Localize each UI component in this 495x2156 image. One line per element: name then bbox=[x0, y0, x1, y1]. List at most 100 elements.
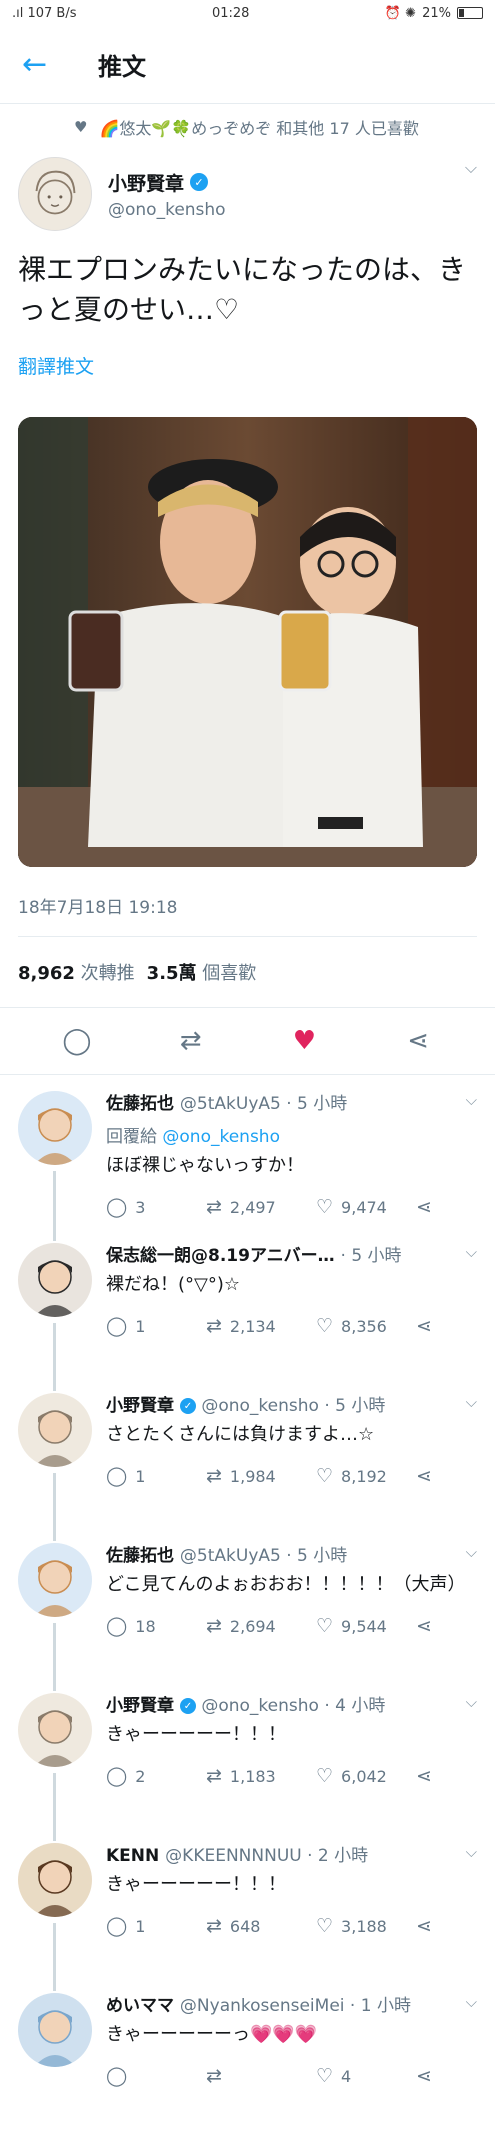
reply-tweet[interactable]: めいママ @NyankosenseiMei · 1 小時 ⌵ きゃーーーーーっ💗💗💗… bbox=[0, 1977, 495, 2107]
like-count: 9,544 bbox=[341, 1616, 387, 1636]
retweet-action[interactable]: ⇄ 2,134 bbox=[206, 1315, 316, 1337]
tweet-author[interactable]: 小野賢章 ✓ @ono_kensho ⌵ bbox=[0, 150, 495, 238]
share-action[interactable]: ⋖ bbox=[416, 1765, 446, 1787]
reply-action[interactable]: ◯ 2 bbox=[106, 1765, 206, 1787]
page-title: 推文 bbox=[98, 53, 146, 81]
retweet-icon: ⇄ bbox=[206, 1315, 222, 1337]
heart-icon: ♥ bbox=[74, 118, 88, 136]
reply-header: 小野賢章 ✓ @ono_kensho · 5 小時 bbox=[106, 1391, 477, 1416]
share-action[interactable]: ⋖ bbox=[416, 1615, 446, 1637]
reply-author-name[interactable]: 佐藤拓也 bbox=[106, 1546, 180, 1566]
avatar-art bbox=[18, 1843, 92, 1917]
share-icon: ⋖ bbox=[416, 1765, 432, 1787]
like-action[interactable]: ♡ 3,188 bbox=[316, 1915, 416, 1937]
like-action[interactable]: ♡ 4 bbox=[316, 2065, 416, 2087]
reply-action[interactable]: ◯ 3 bbox=[106, 1196, 206, 1218]
reply-tweet[interactable]: 小野賢章 ✓ @ono_kensho · 4 小時 ⌵ きゃーーーーー！！！ ◯ 2 ⇄ 1… bbox=[0, 1677, 495, 1841]
translate-link[interactable]: 翻譯推文 bbox=[0, 330, 495, 401]
reply-action[interactable]: ◯ 1 bbox=[106, 1465, 206, 1487]
retweet-icon[interactable]: ⇄ bbox=[161, 1026, 221, 1056]
reply-author-name[interactable]: めいママ bbox=[106, 1996, 180, 2016]
chevron-down-icon[interactable]: ⌵ bbox=[466, 1243, 477, 1261]
reply-handle-time: @5tAkUyA5 · 5 小時 bbox=[179, 1094, 348, 1114]
reply-action[interactable]: ◯ 1 bbox=[106, 1315, 206, 1337]
like-stat[interactable]: 3.5萬 個喜歡 bbox=[147, 959, 257, 985]
retweet-action[interactable]: ⇄ 2,694 bbox=[206, 1615, 316, 1637]
reply-handle-time: @ono_kensho · 4 小時 bbox=[201, 1696, 386, 1716]
like-icon[interactable]: ♥ bbox=[274, 1026, 334, 1056]
reply-action[interactable]: ◯ bbox=[106, 2065, 206, 2087]
like-icon: ♡ bbox=[316, 1315, 334, 1337]
reply-tweet[interactable]: KENN @KKEENNNNUU · 2 小時 ⌵ きゃーーーーー！！！ ◯ 1 ⇄ 648… bbox=[0, 1827, 495, 1991]
avatar-art bbox=[18, 1091, 92, 1165]
avatar[interactable] bbox=[18, 157, 92, 231]
chevron-down-icon[interactable]: ⌵ bbox=[465, 158, 477, 178]
like-icon: ♡ bbox=[316, 2065, 334, 2087]
share-icon: ⋖ bbox=[416, 1196, 432, 1218]
retweet-action[interactable]: ⇄ 2,497 bbox=[206, 1196, 316, 1218]
reply-avatar[interactable] bbox=[18, 1393, 92, 1467]
share-action[interactable]: ⋖ bbox=[416, 1196, 446, 1218]
reply-icon[interactable]: ◯ bbox=[47, 1026, 107, 1056]
reply-header: KENN @KKEENNNNUU · 2 小時 bbox=[106, 1841, 477, 1866]
reply-author-name[interactable]: 小野賢章 bbox=[106, 1696, 180, 1716]
reply-header: 佐藤拓也 @5tAkUyA5 · 5 小時 bbox=[106, 1541, 477, 1566]
liked-by-row[interactable]: ♥ 🌈悠太🌱🍀めっぞめぞ 和其他 17 人已喜歡 bbox=[0, 104, 495, 150]
reply-action[interactable]: ◯ 1 bbox=[106, 1915, 206, 1937]
like-action[interactable]: ♡ 8,192 bbox=[316, 1465, 416, 1487]
retweet-action[interactable]: ⇄ 1,984 bbox=[206, 1465, 316, 1487]
retweet-action[interactable]: ⇄ 1,183 bbox=[206, 1765, 316, 1787]
reply-author-name[interactable]: 佐藤拓也 bbox=[106, 1094, 180, 1114]
reply-author-name[interactable]: KENN bbox=[106, 1846, 165, 1866]
retweet-action[interactable]: ⇄ 648 bbox=[206, 1915, 316, 1937]
reply-avatar[interactable] bbox=[18, 1693, 92, 1767]
reply-avatar[interactable] bbox=[18, 1543, 92, 1617]
chevron-down-icon[interactable]: ⌵ bbox=[466, 1843, 477, 1861]
reply-handle-time: · 5 小時 bbox=[340, 1246, 402, 1266]
reply-tweet[interactable]: 保志総一朗@8.19アニバー… · 5 小時 ⌵ 裸だね！(°▽°)☆ ◯ 1 ⇄ 2,13… bbox=[0, 1227, 495, 1391]
reply-action[interactable]: ◯ 18 bbox=[106, 1615, 206, 1637]
reply-tweet[interactable]: 小野賢章 ✓ @ono_kensho · 5 小時 ⌵ さとたくさんには負けますよ…… bbox=[0, 1377, 495, 1541]
chevron-down-icon[interactable]: ⌵ bbox=[466, 1393, 477, 1411]
liked-by-text: 🌈悠太🌱🍀めっぞめぞ 和其他 17 人已喜歡 bbox=[99, 119, 419, 138]
retweet-action[interactable]: ⇄ bbox=[206, 2065, 316, 2087]
reply-tweet[interactable]: 佐藤拓也 @5tAkUyA5 · 5 小時 ⌵ 回覆給 @ono_kensho ほぼ裸… bbox=[0, 1075, 495, 1241]
replying-to-link[interactable]: @ono_kensho bbox=[162, 1127, 280, 1147]
reply-text: きゃーーーーーっ💗💗💗 bbox=[106, 2024, 318, 2045]
chevron-down-icon[interactable]: ⌵ bbox=[466, 1993, 477, 2011]
reply-avatar[interactable] bbox=[18, 1091, 92, 1165]
reply-author-name[interactable]: 保志総一朗@8.19アニバー… bbox=[106, 1246, 341, 1266]
share-action[interactable]: ⋖ bbox=[416, 1465, 446, 1487]
like-action[interactable]: ♡ 8,356 bbox=[316, 1315, 416, 1337]
like-icon: ♡ bbox=[316, 1765, 334, 1787]
reply-avatar[interactable] bbox=[18, 1993, 92, 2067]
verified-badge-icon: ✓ bbox=[190, 173, 209, 191]
like-action[interactable]: ♡ 6,042 bbox=[316, 1765, 416, 1787]
retweet-icon: ⇄ bbox=[206, 1615, 222, 1637]
share-action[interactable]: ⋖ bbox=[416, 2065, 446, 2087]
reply-tweet[interactable]: 佐藤拓也 @5tAkUyA5 · 5 小時 ⌵ どこ見てんのよぉおおお！！！！！（大… bbox=[0, 1527, 495, 1691]
like-action[interactable]: ♡ 9,544 bbox=[316, 1615, 416, 1637]
chevron-down-icon[interactable]: ⌵ bbox=[466, 1693, 477, 1711]
avatar-sketch bbox=[19, 158, 91, 230]
chevron-down-icon[interactable]: ⌵ bbox=[466, 1091, 477, 1109]
reply-author-name[interactable]: 小野賢章 bbox=[106, 1396, 180, 1416]
chevron-down-icon[interactable]: ⌵ bbox=[466, 1543, 477, 1561]
back-arrow-icon[interactable]: ← bbox=[22, 49, 68, 80]
like-count: 8,356 bbox=[341, 1316, 387, 1336]
reply-avatar[interactable] bbox=[18, 1243, 92, 1317]
share-action[interactable]: ⋖ bbox=[416, 1315, 446, 1337]
reply-text: どこ見てんのよぉおおお！！！！！（大声） bbox=[106, 1574, 466, 1595]
like-count: 9,474 bbox=[341, 1197, 387, 1217]
like-action[interactable]: ♡ 9,474 bbox=[316, 1196, 416, 1218]
retweet-count: 2,497 bbox=[229, 1197, 276, 1217]
retweet-icon: ⇄ bbox=[206, 1765, 222, 1787]
reply-icon: ◯ bbox=[106, 1915, 128, 1937]
tweet-photo[interactable] bbox=[18, 417, 477, 867]
clock: 01:28 bbox=[211, 5, 250, 21]
share-icon[interactable]: ⋖ bbox=[388, 1026, 448, 1056]
retweet-stat[interactable]: 8,962 次轉推 bbox=[18, 959, 135, 985]
reply-avatar[interactable] bbox=[18, 1843, 92, 1917]
share-action[interactable]: ⋖ bbox=[416, 1915, 446, 1937]
reply-count: 1 bbox=[135, 1316, 146, 1336]
